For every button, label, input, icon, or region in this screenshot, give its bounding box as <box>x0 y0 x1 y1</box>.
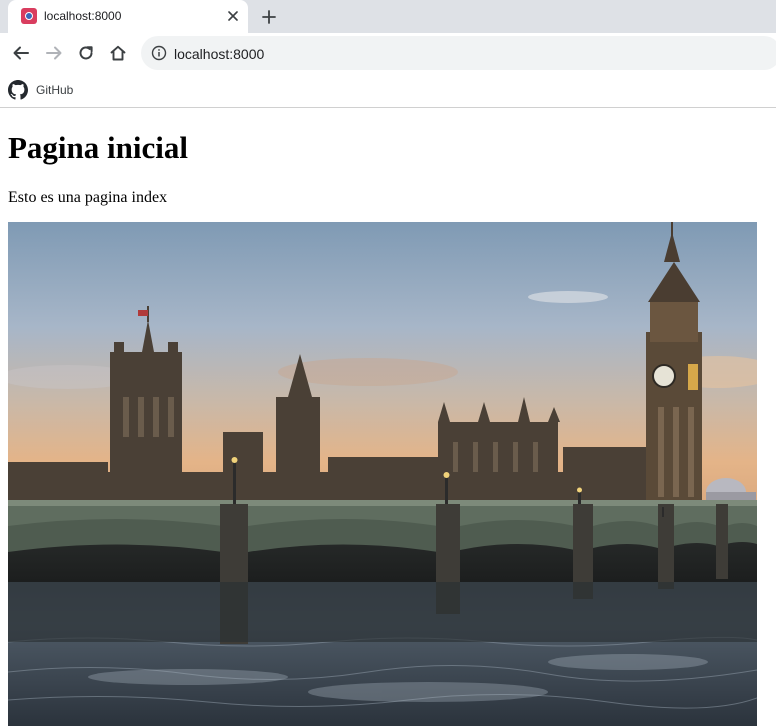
tab-title: localhost:8000 <box>44 9 122 23</box>
site-info-icon[interactable] <box>151 45 167 61</box>
bookmark-github[interactable]: GitHub <box>8 79 73 101</box>
reload-button[interactable] <box>74 41 98 65</box>
westminster-illustration <box>8 222 757 726</box>
reload-icon <box>79 46 93 60</box>
site-favicon-icon <box>21 8 37 24</box>
browser-toolbar: localhost:8000 <box>0 33 776 73</box>
back-button[interactable] <box>9 41 33 65</box>
forward-arrow-icon <box>46 46 62 60</box>
active-tab[interactable]: localhost:8000 <box>8 0 248 33</box>
github-icon <box>8 80 28 100</box>
london-photo <box>8 222 757 726</box>
tab-strip: localhost:8000 <box>0 0 776 33</box>
address-bar[interactable]: localhost:8000 <box>141 36 776 70</box>
home-icon <box>110 45 126 61</box>
page-title: Pagina inicial <box>8 130 188 165</box>
plus-icon <box>262 10 276 24</box>
home-button[interactable] <box>106 41 130 65</box>
forward-button[interactable] <box>42 41 66 65</box>
close-tab-icon[interactable] <box>224 7 242 25</box>
back-arrow-icon <box>13 46 29 60</box>
bookmark-label: GitHub <box>36 83 74 97</box>
address-bar-url[interactable]: localhost:8000 <box>174 46 264 62</box>
new-tab-button[interactable] <box>258 6 280 28</box>
bookmarks-bar: GitHub <box>0 73 776 108</box>
page-content: Pagina inicial Esto es una pagina index <box>0 108 776 726</box>
page-paragraph: Esto es una pagina index <box>8 189 168 206</box>
